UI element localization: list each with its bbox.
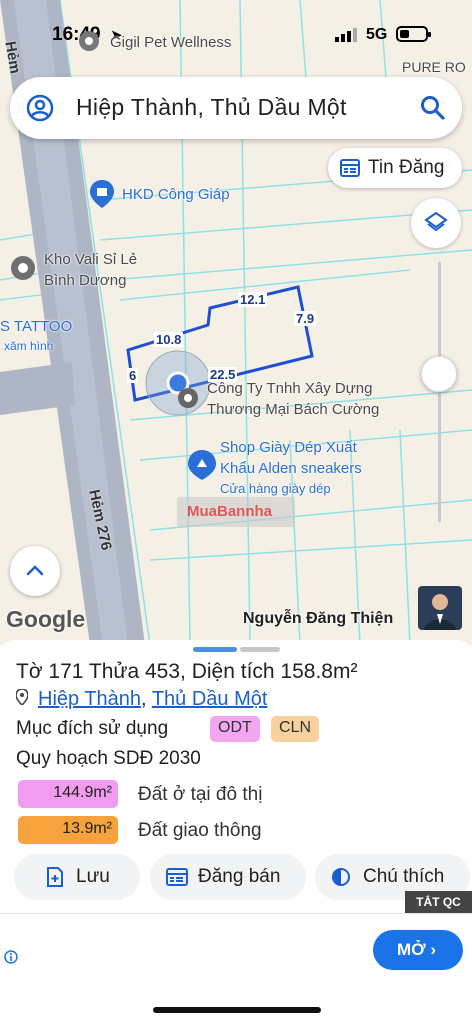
poi-pin-icon[interactable] (10, 255, 36, 288)
search-bar[interactable]: Hiệp Thành, Thủ Dầu Một (10, 77, 462, 139)
watermark: MuaBannha (177, 497, 295, 527)
poi-company-line2[interactable]: Thương Mại Bách Cường (207, 400, 379, 419)
ad-banner[interactable]: MỞ › (0, 913, 472, 987)
post-sale-label: Đăng bán (198, 866, 281, 887)
legend-button-label: Chú thích (363, 866, 445, 887)
chevron-up-icon (26, 565, 44, 576)
google-logo: Google (6, 606, 86, 632)
poi-shop-line1[interactable]: Shop Giày Dép Xuất (220, 438, 357, 457)
poi-pure-ro[interactable]: PURE RO (402, 58, 466, 77)
poi-shop-line2[interactable]: Khẩu Alden sneakers (220, 459, 362, 478)
network-type: 5G (366, 26, 388, 43)
city-link[interactable]: Thủ Dầu Một (152, 688, 268, 710)
account-icon[interactable] (26, 94, 54, 122)
opacity-slider-thumb[interactable] (421, 356, 457, 392)
badge-odt: ODT (210, 716, 260, 742)
tin-dang-label: Tin Đăng (368, 157, 445, 178)
opacity-slider-track[interactable] (438, 262, 441, 522)
shoe-store-pin-icon[interactable] (188, 450, 216, 485)
save-icon (47, 867, 63, 887)
dim-right: 7.9 (294, 311, 317, 326)
poi-kho-vali-line1[interactable]: Kho Vali Sỉ Lẻ (44, 250, 137, 269)
layers-button[interactable] (411, 198, 461, 248)
parcel-info-sheet: Tờ 171 Thửa 453, Diện tích 158.8m² Hiệp … (0, 640, 472, 1024)
location-pin-icon (15, 688, 30, 711)
listing-icon (340, 159, 360, 177)
save-button[interactable]: Lưu (14, 854, 140, 900)
tin-dang-button[interactable]: Tin Đăng (328, 148, 462, 188)
planning-label: Quy hoạch SDĐ 2030 (16, 748, 201, 769)
poi-tattoo[interactable]: S TATTOO (0, 317, 72, 336)
sheet-handle[interactable] (240, 647, 280, 652)
store-pin-icon[interactable] (90, 180, 114, 213)
dim-top: 12.1 (238, 292, 268, 307)
post-sale-button[interactable]: Đăng bán (150, 854, 306, 900)
close-ad-button[interactable]: TẮT QC (405, 891, 472, 913)
dim-left-top: 10.8 (154, 332, 184, 347)
avatar[interactable] (418, 586, 462, 630)
battery-icon (396, 26, 431, 42)
parcel-title: Tờ 171 Thửa 453, Diện tích 158.8m² (16, 660, 358, 683)
legend-label: Đất ở tại đô thị (138, 784, 263, 805)
land-use-label: Mục đích sử dụng (16, 718, 169, 739)
poi-shop-sub: Cửa hàng giày dép (220, 481, 331, 496)
parcel-location: Hiệp Thành, Thủ Dầu Một (15, 688, 268, 711)
poi-gigil-pet[interactable]: Gigil Pet Wellness (110, 33, 231, 52)
expand-up-button[interactable] (10, 546, 60, 596)
contrast-icon (332, 868, 350, 886)
signal-icon (335, 28, 357, 42)
dim-bottom: 22.5 (208, 367, 238, 382)
status-bar: 16:49 ➤ 5G (0, 18, 472, 52)
legend-value-box: 13.9m² (18, 816, 118, 844)
poi-company-pin-icon[interactable] (176, 386, 200, 415)
poi-tattoo-sub: xăm hình (4, 339, 54, 353)
location-separator: , (141, 688, 152, 710)
save-label: Lưu (76, 866, 110, 887)
listing-icon (166, 868, 188, 886)
open-ad-label: MỞ › (397, 940, 437, 959)
search-input[interactable]: Hiệp Thành, Thủ Dầu Một (76, 94, 347, 121)
owner-name[interactable]: Nguyễn Đăng Thiện (243, 610, 393, 628)
poi-pin-icon[interactable] (78, 30, 100, 57)
layers-icon (424, 211, 448, 232)
home-indicator[interactable] (153, 1007, 321, 1013)
search-icon[interactable] (420, 95, 446, 121)
dim-left: 6 (127, 368, 139, 383)
ad-info-icon[interactable] (4, 950, 18, 964)
sheet-handle-active[interactable] (193, 647, 237, 652)
poi-kho-vali-line2[interactable]: Bình Dương (44, 271, 126, 290)
legend-label: Đất giao thông (138, 820, 262, 841)
badge-cln: CLN (271, 716, 320, 742)
legend-value-box: 144.9m² (18, 780, 118, 808)
open-ad-button[interactable]: MỞ › (373, 930, 463, 970)
poi-hkd-cong-giap[interactable]: HKD Công Giáp (122, 185, 230, 204)
ward-link[interactable]: Hiệp Thành (38, 688, 141, 710)
map-view[interactable]: 16:49 ➤ 5G Gigil Pet Wellness PURE RO Hẻ… (0, 0, 472, 645)
